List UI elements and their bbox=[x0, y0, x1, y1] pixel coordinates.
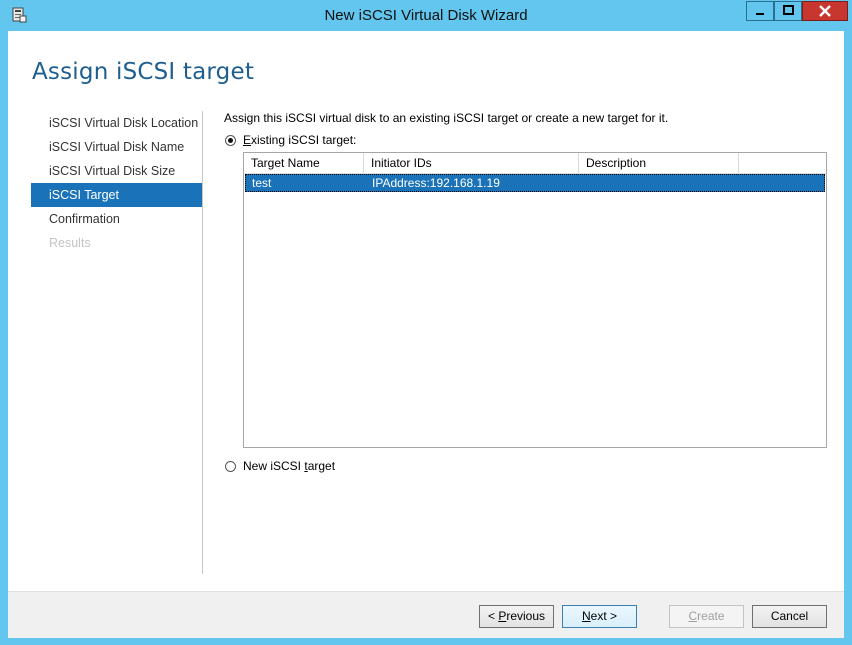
iscsi-targets-list[interactable]: Target Name Initiator IDs Description te… bbox=[243, 152, 827, 448]
nav-step-results: Results bbox=[49, 236, 91, 250]
wizard-footer: < Previous Next > Create Cancel bbox=[8, 591, 844, 638]
new-target-label: New iSCSI target bbox=[243, 459, 336, 473]
list-header: Target Name Initiator IDs Description bbox=[244, 153, 826, 174]
minimize-button[interactable] bbox=[746, 1, 774, 21]
next-button[interactable]: Next > bbox=[562, 605, 637, 628]
cancel-button[interactable]: Cancel bbox=[752, 605, 827, 628]
existing-target-option[interactable]: Existing iSCSI target: bbox=[225, 131, 356, 149]
page-description: Assign this iSCSI virtual disk to an exi… bbox=[224, 111, 669, 125]
maximize-button[interactable] bbox=[774, 1, 802, 21]
wizard-window: New iSCSI Virtual Disk Wizard Assign iSC… bbox=[0, 0, 852, 645]
nav-divider bbox=[202, 111, 203, 574]
column-initiator-ids[interactable]: Initiator IDs bbox=[364, 153, 579, 173]
close-button[interactable] bbox=[802, 1, 848, 21]
window-title: New iSCSI Virtual Disk Wizard bbox=[324, 7, 528, 24]
nav-step-location[interactable]: iSCSI Virtual Disk Location bbox=[31, 111, 202, 135]
table-row[interactable]: test IPAddress:192.168.1.19 bbox=[245, 174, 825, 192]
close-icon bbox=[819, 5, 831, 17]
nav-step-confirmation[interactable]: Confirmation bbox=[31, 207, 202, 231]
page-title: Assign iSCSI target bbox=[32, 59, 255, 85]
column-empty bbox=[739, 153, 826, 173]
column-description[interactable]: Description bbox=[579, 153, 739, 173]
existing-target-label: Existing iSCSI target: bbox=[243, 133, 357, 147]
wizard-content: Assign iSCSI target iSCSI Virtual Disk L… bbox=[8, 31, 844, 638]
previous-button[interactable]: < Previous bbox=[479, 605, 554, 628]
new-target-radio[interactable] bbox=[225, 460, 236, 472]
existing-target-radio[interactable] bbox=[225, 134, 236, 146]
new-target-option[interactable]: New iSCSI target bbox=[225, 457, 335, 475]
cell-description bbox=[580, 174, 740, 192]
cell-target-name: test bbox=[252, 176, 272, 190]
title-bar[interactable]: New iSCSI Virtual Disk Wizard bbox=[0, 0, 852, 31]
cell-initiator-ids: IPAddress:192.168.1.19 bbox=[372, 176, 500, 190]
nav-step-iscsi-target[interactable]: iSCSI Target bbox=[31, 183, 202, 207]
nav-step-size[interactable]: iSCSI Virtual Disk Size bbox=[31, 159, 202, 183]
create-button: Create bbox=[669, 605, 744, 628]
column-target-name[interactable]: Target Name bbox=[244, 153, 364, 173]
nav-step-name[interactable]: iSCSI Virtual Disk Name bbox=[31, 135, 202, 159]
wizard-steps-nav: iSCSI Virtual Disk Location iSCSI Virtua… bbox=[31, 111, 202, 255]
